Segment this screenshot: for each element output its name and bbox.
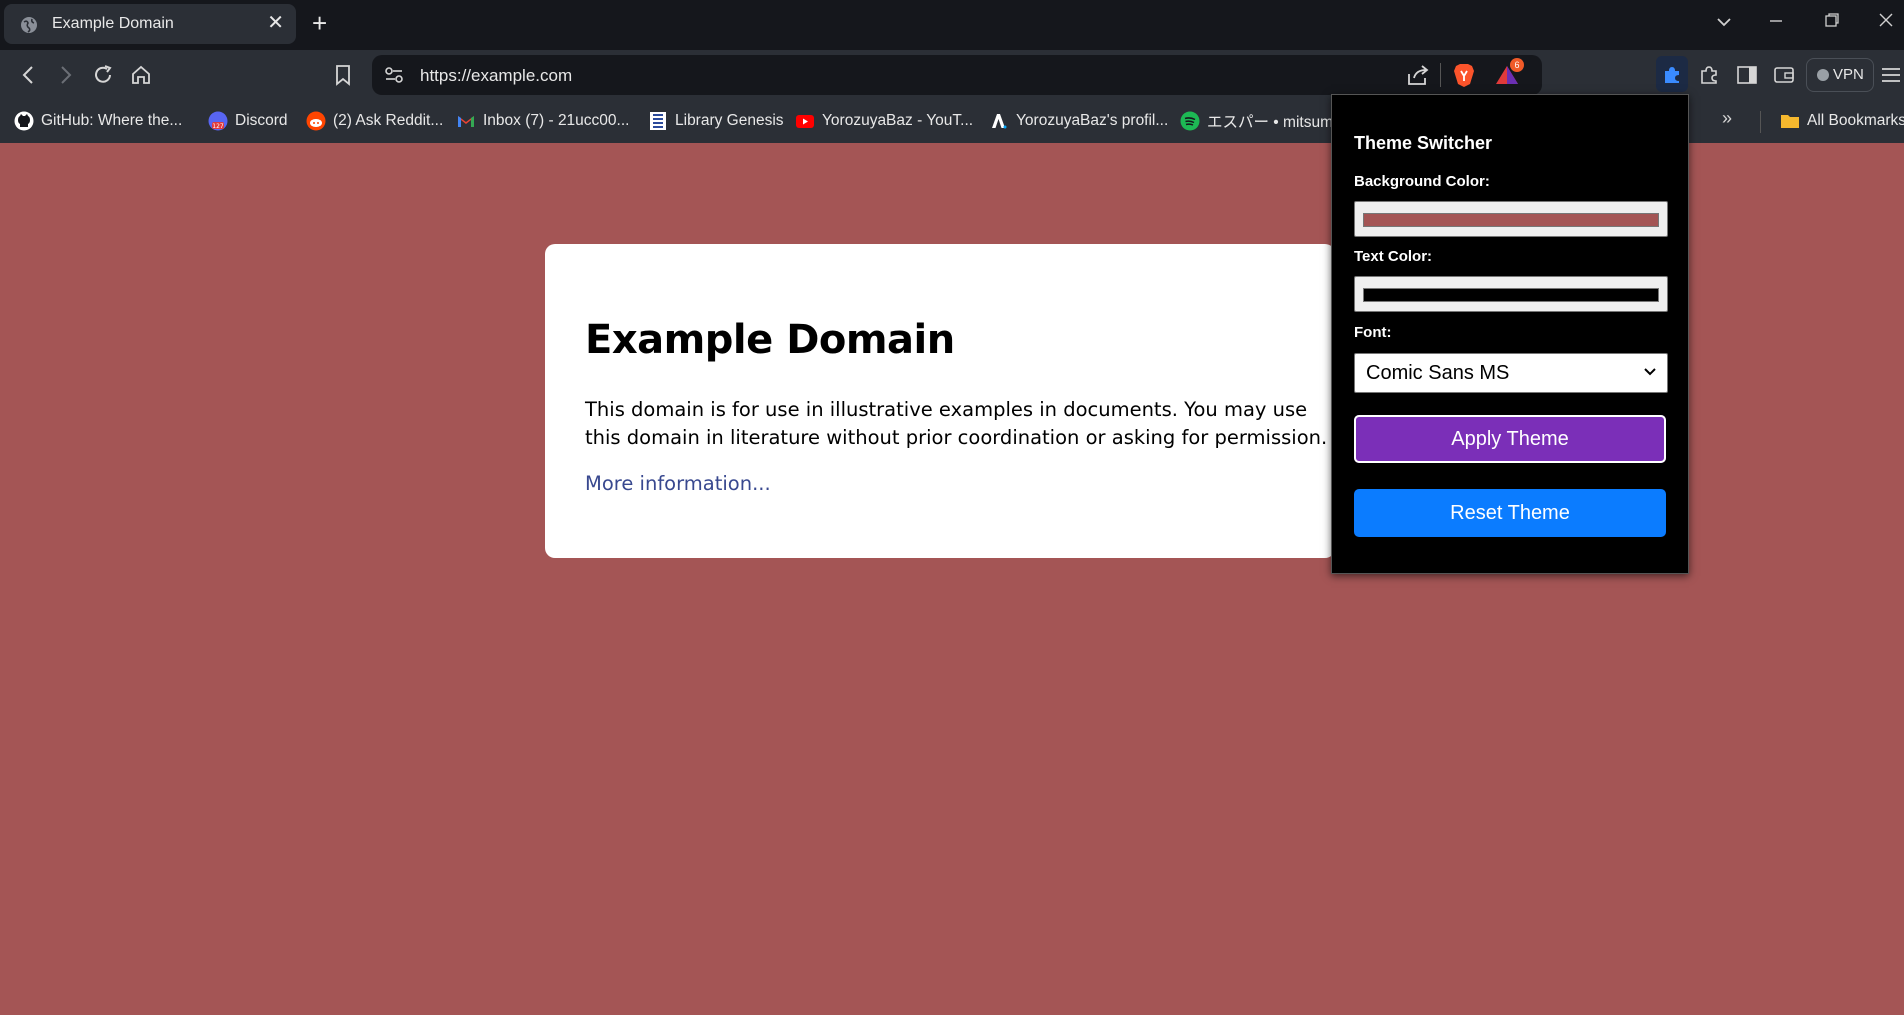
background-color-label: Background Color: (1354, 173, 1490, 190)
close-window-icon[interactable] (1878, 12, 1894, 33)
theme-switcher-popup: Theme Switcher Background Color: Text Co… (1331, 94, 1689, 574)
back-icon[interactable] (16, 62, 42, 88)
restore-icon[interactable] (1824, 12, 1840, 33)
tab-strip: Example Domain ✕ + (0, 0, 1904, 50)
bookmark-youtube[interactable]: YorozuyaBaz - YouT... (795, 110, 973, 132)
bookmark-github[interactable]: GitHub: Where the... (14, 110, 182, 132)
share-icon[interactable] (1406, 64, 1430, 86)
bookmark-label: Discord (235, 112, 288, 129)
page-paragraph: This domain is for use in illustrative e… (585, 398, 1328, 449)
text-color-label: Text Color: (1354, 248, 1433, 265)
all-bookmarks-label: All Bookmarks (1807, 112, 1904, 129)
home-icon[interactable] (128, 62, 154, 88)
bookmark-label: Library Genesis (675, 112, 784, 129)
text-color-swatch (1363, 288, 1659, 302)
rewards-badge: 6 (1510, 58, 1524, 72)
bookmark-label: YorozuyaBaz - YouT... (822, 112, 974, 129)
more-information-link[interactable]: More information... (585, 472, 771, 495)
divider (1440, 63, 1441, 87)
bookmark-label: YorozuyaBaz's profil... (1016, 112, 1169, 129)
bookmark-icon[interactable] (330, 62, 356, 88)
libgen-icon (650, 112, 666, 130)
close-tab-icon[interactable]: ✕ (267, 13, 284, 33)
font-label: Font: (1354, 324, 1392, 341)
bookmark-label: (2) Ask Reddit... (333, 112, 444, 129)
bookmark-spotify[interactable]: エスパー • mitsume (1180, 110, 1342, 132)
bookmark-label: Inbox (7) - 21ucc00... (483, 112, 630, 129)
menu-icon[interactable] (1878, 62, 1904, 88)
bookmark-reddit[interactable]: (2) Ask Reddit... (306, 110, 443, 132)
bookmark-library-genesis[interactable]: Library Genesis (648, 110, 784, 132)
bookmark-label: エスパー • mitsume (1207, 114, 1342, 131)
new-tab-icon[interactable]: + (312, 10, 327, 36)
chevron-down-icon (1644, 368, 1656, 376)
tab-search-chevron-icon[interactable] (1716, 12, 1732, 33)
youtube-icon (796, 115, 814, 128)
wallet-icon[interactable] (1771, 62, 1797, 88)
globe-icon (21, 17, 37, 33)
reload-icon[interactable] (90, 62, 116, 88)
text-color-picker[interactable] (1354, 276, 1668, 312)
bookmark-gmail[interactable]: Inbox (7) - 21ucc00... (456, 110, 629, 132)
github-icon (14, 111, 34, 131)
apply-theme-button[interactable]: Apply Theme (1354, 415, 1666, 463)
anilist-icon (992, 114, 1007, 129)
vpn-button[interactable]: VPN (1806, 58, 1874, 92)
divider (1760, 111, 1761, 133)
reset-theme-button[interactable]: Reset Theme (1354, 489, 1666, 537)
address-bar[interactable]: https://example.com 6 (372, 55, 1542, 95)
vpn-status-icon (1817, 69, 1829, 81)
popup-title: Theme Switcher (1354, 133, 1493, 153)
page-heading: Example Domain (585, 317, 955, 363)
svg-text:127: 127 (212, 123, 224, 130)
sidebar-icon[interactable] (1734, 62, 1760, 88)
reddit-icon (306, 111, 326, 131)
bookmark-anilist[interactable]: YorozuyaBaz's profil... (989, 110, 1168, 132)
background-color-swatch (1363, 213, 1659, 227)
browser-toolbar: https://example.com 6 VPN (0, 50, 1904, 100)
content-card: Example Domain This domain is for use in… (545, 244, 1335, 558)
site-settings-icon[interactable] (384, 66, 404, 84)
puzzle-icon (1665, 67, 1679, 83)
spotify-icon (1180, 111, 1200, 131)
gmail-icon (458, 116, 474, 127)
extensions-icon[interactable] (1697, 62, 1723, 88)
brave-shields-icon[interactable] (1452, 62, 1476, 88)
active-extension-button[interactable] (1656, 56, 1688, 92)
all-bookmarks-button[interactable]: All Bookmarks (1780, 110, 1904, 132)
font-select[interactable]: Comic Sans MS (1354, 353, 1668, 393)
minimize-icon[interactable] (1768, 12, 1784, 33)
font-select-value: Comic Sans MS (1366, 362, 1510, 384)
forward-icon[interactable] (52, 62, 78, 88)
more-bookmarks-icon[interactable]: » (1722, 108, 1732, 129)
vpn-label: VPN (1833, 66, 1864, 83)
tab-title: Example Domain (52, 15, 174, 32)
discord-icon: 127 (208, 111, 228, 131)
tab-example-domain[interactable]: Example Domain ✕ (4, 4, 296, 44)
url-text: https://example.com (420, 66, 573, 85)
bookmark-label: GitHub: Where the... (41, 112, 183, 129)
bookmark-discord[interactable]: 127 Discord (208, 110, 288, 132)
folder-icon (1781, 115, 1799, 128)
background-color-picker[interactable] (1354, 201, 1668, 237)
